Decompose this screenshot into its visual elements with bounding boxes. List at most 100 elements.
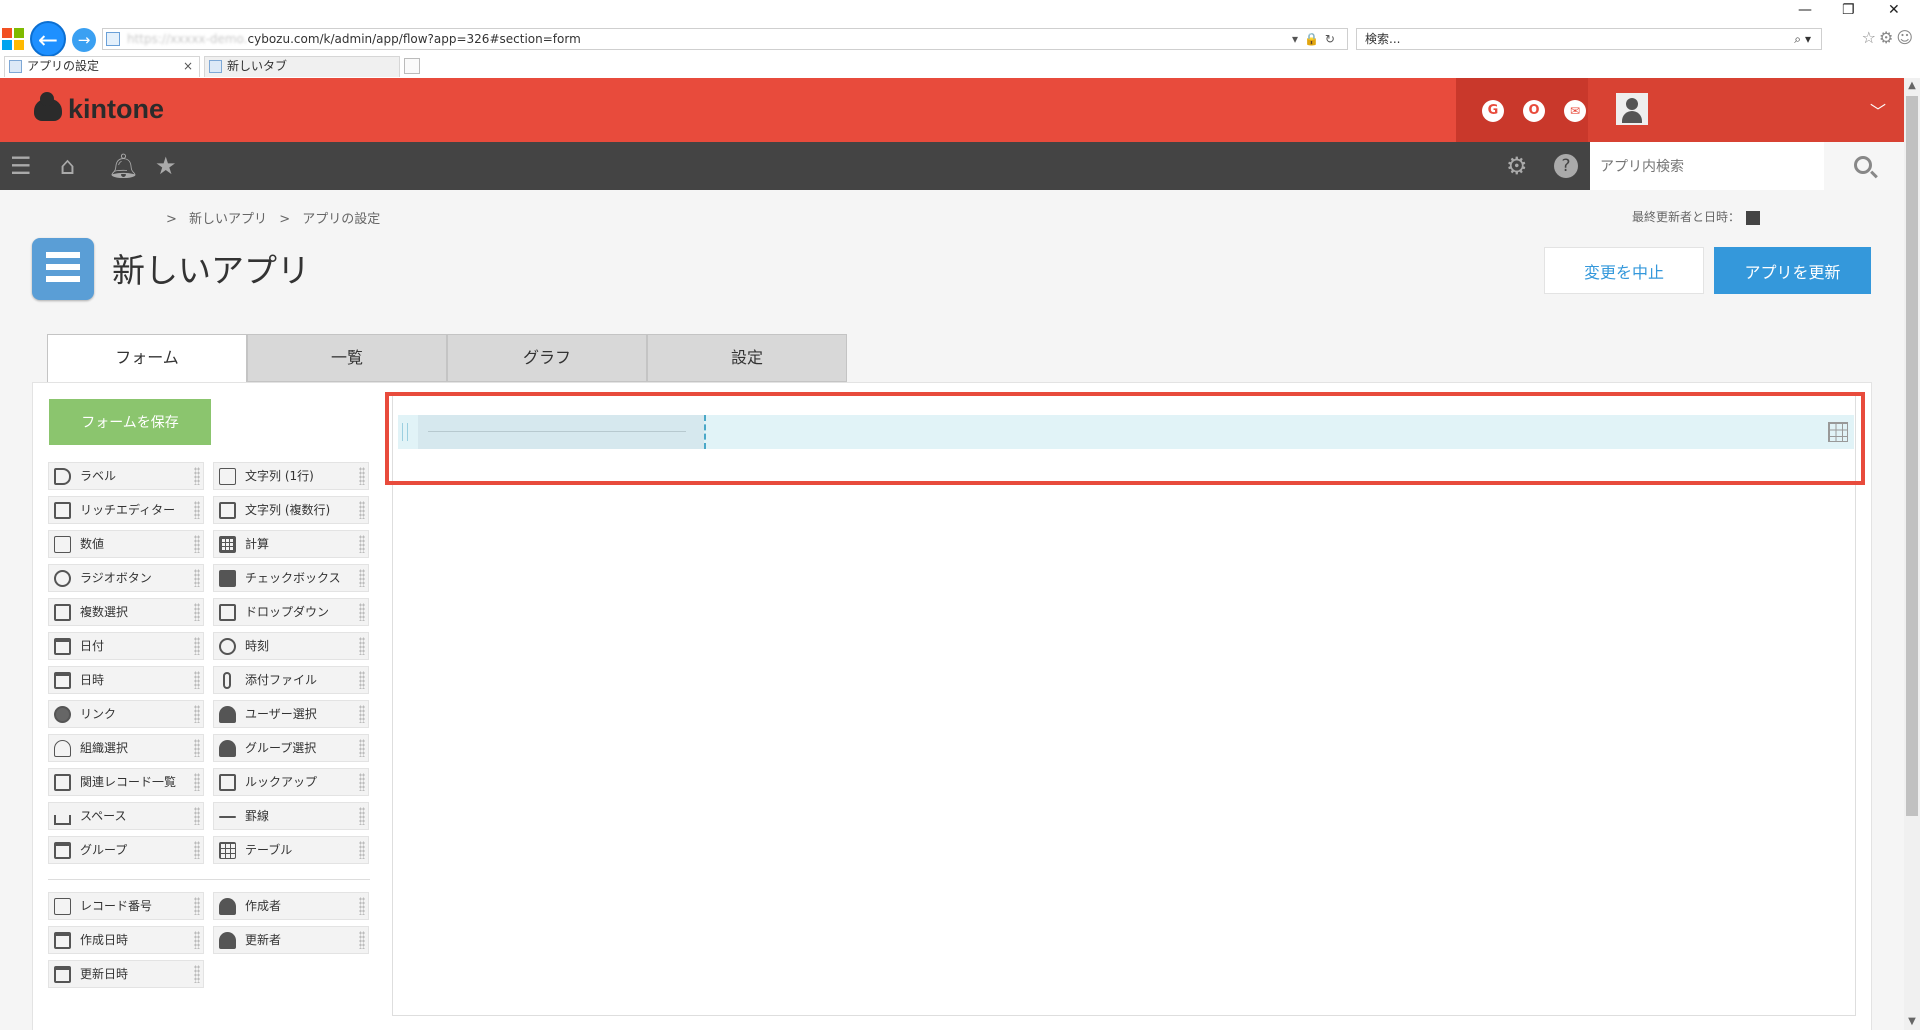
- drag-handle-icon[interactable]: [359, 603, 365, 621]
- breadcrumb-app[interactable]: 新しいアプリ: [189, 212, 267, 227]
- palette-time[interactable]: 時刻: [213, 632, 369, 660]
- palette-group-select[interactable]: グループ選択: [213, 734, 369, 762]
- close-window-button[interactable]: ✕: [1888, 2, 1900, 18]
- drag-handle-icon[interactable]: [194, 603, 200, 621]
- scroll-down-icon[interactable]: ▼: [1904, 1014, 1920, 1030]
- palette-number[interactable]: 数値: [48, 530, 204, 558]
- palette-record-number[interactable]: レコード番号: [48, 892, 204, 920]
- garoon-icon[interactable]: G: [1482, 100, 1504, 122]
- user-menu[interactable]: ﹀: [1588, 78, 1904, 142]
- update-app-button[interactable]: アプリを更新: [1714, 247, 1871, 294]
- kintone-logo[interactable]: kintone: [34, 91, 164, 125]
- back-button[interactable]: ←: [30, 21, 66, 57]
- app-search-input[interactable]: [1590, 142, 1824, 190]
- app-search-button[interactable]: [1824, 142, 1904, 190]
- browser-search-input[interactable]: 検索... ⌕▾: [1356, 28, 1822, 50]
- drag-handle-icon[interactable]: [359, 807, 365, 825]
- drag-handle-icon[interactable]: [359, 535, 365, 553]
- user-icon[interactable]: [1746, 210, 1761, 225]
- tab-graph[interactable]: グラフ: [447, 334, 647, 382]
- palette-dropdown[interactable]: ドロップダウン: [213, 598, 369, 626]
- star-icon[interactable]: ★: [155, 153, 177, 179]
- chevron-down-icon[interactable]: ﹀: [1870, 98, 1886, 122]
- palette-multi-select[interactable]: 複数選択: [48, 598, 204, 626]
- palette-radio[interactable]: ラジオボタン: [48, 564, 204, 592]
- drag-handle-icon[interactable]: [194, 535, 200, 553]
- restore-button[interactable]: ❐: [1842, 2, 1855, 18]
- drag-handle-icon[interactable]: [194, 807, 200, 825]
- page-scrollbar[interactable]: ▲ ▼: [1904, 78, 1920, 1030]
- drag-handle-icon[interactable]: [359, 671, 365, 689]
- close-tab-icon[interactable]: ×: [183, 57, 193, 76]
- palette-text-multi[interactable]: 文字列 (複数行): [213, 496, 369, 524]
- gear-icon[interactable]: ⚙: [1506, 153, 1528, 179]
- palette-text-single[interactable]: 文字列 (1行): [213, 462, 369, 490]
- scroll-up-icon[interactable]: ▲: [1904, 78, 1920, 94]
- browser-search-icon[interactable]: ⌕▾: [1794, 29, 1815, 49]
- palette-border[interactable]: 罫線: [213, 802, 369, 830]
- palette-date[interactable]: 日付: [48, 632, 204, 660]
- tab-list[interactable]: 一覧: [247, 334, 447, 382]
- drag-handle-icon[interactable]: [194, 931, 200, 949]
- drag-handle-icon[interactable]: [359, 467, 365, 485]
- drag-handle-icon[interactable]: [359, 501, 365, 519]
- palette-link[interactable]: リンク: [48, 700, 204, 728]
- palette-datetime[interactable]: 日時: [48, 666, 204, 694]
- drag-handle-icon[interactable]: [359, 773, 365, 791]
- drag-handle-icon[interactable]: [194, 773, 200, 791]
- drag-handle-icon[interactable]: [194, 671, 200, 689]
- palette-org-select[interactable]: 組織選択: [48, 734, 204, 762]
- drag-handle-icon[interactable]: [359, 637, 365, 655]
- drag-handle-icon[interactable]: [194, 637, 200, 655]
- drag-handle-icon[interactable]: [194, 501, 200, 519]
- palette-calc[interactable]: 計算: [213, 530, 369, 558]
- tab-settings[interactable]: 設定: [647, 334, 847, 382]
- drag-handle-icon[interactable]: [359, 841, 365, 859]
- palette-attachment[interactable]: 添付ファイル: [213, 666, 369, 694]
- new-tab-icon[interactable]: [404, 58, 420, 74]
- palette-lookup[interactable]: ルックアップ: [213, 768, 369, 796]
- drag-handle-icon[interactable]: [359, 705, 365, 723]
- palette-updated-datetime[interactable]: 更新日時: [48, 960, 204, 988]
- forward-button[interactable]: →: [72, 28, 96, 52]
- drag-handle-icon[interactable]: [194, 739, 200, 757]
- palette-user-select[interactable]: ユーザー選択: [213, 700, 369, 728]
- palette-label[interactable]: ラベル: [48, 462, 204, 490]
- drag-handle-icon[interactable]: [194, 897, 200, 915]
- bell-icon[interactable]: 🔔︎: [108, 153, 138, 179]
- drag-handle-icon[interactable]: [194, 965, 200, 983]
- minimize-button[interactable]: —: [1798, 2, 1812, 18]
- palette-group[interactable]: グループ: [48, 836, 204, 864]
- palette-creator[interactable]: 作成者: [213, 892, 369, 920]
- mail-icon[interactable]: ✉: [1564, 100, 1586, 122]
- tab-form[interactable]: フォーム: [47, 334, 247, 383]
- drag-handle-icon[interactable]: [359, 931, 365, 949]
- palette-created-datetime[interactable]: 作成日時: [48, 926, 204, 954]
- palette-space[interactable]: スペース: [48, 802, 204, 830]
- palette-checkbox[interactable]: チェックボックス: [213, 564, 369, 592]
- drag-handle-icon[interactable]: [194, 467, 200, 485]
- palette-updater[interactable]: 更新者: [213, 926, 369, 954]
- drag-handle-icon[interactable]: [359, 739, 365, 757]
- palette-related-records[interactable]: 関連レコード一覧: [48, 768, 204, 796]
- office-icon[interactable]: O: [1523, 100, 1545, 122]
- drag-handle-icon[interactable]: [194, 841, 200, 859]
- palette-rich-editor[interactable]: リッチエディター: [48, 496, 204, 524]
- menu-icon[interactable]: ☰: [10, 153, 32, 179]
- favorites-settings-icons[interactable]: ☆⚙☺: [1862, 28, 1916, 47]
- palette-table[interactable]: テーブル: [213, 836, 369, 864]
- drag-handle-icon[interactable]: [359, 569, 365, 587]
- browser-tab-new[interactable]: 新しいタブ: [204, 56, 400, 77]
- cancel-changes-button[interactable]: 変更を中止: [1544, 247, 1704, 294]
- form-canvas[interactable]: [392, 394, 1856, 1016]
- save-form-button[interactable]: フォームを保存: [49, 399, 211, 445]
- address-tools-icon[interactable]: ▾🔒↻: [1292, 29, 1341, 49]
- scroll-thumb[interactable]: [1906, 96, 1918, 816]
- drag-handle-icon[interactable]: [359, 897, 365, 915]
- home-icon[interactable]: ⌂: [60, 153, 75, 179]
- browser-tab-app-settings[interactable]: アプリの設定 ×: [4, 56, 200, 77]
- drag-handle-icon[interactable]: [194, 705, 200, 723]
- drag-handle-icon[interactable]: [194, 569, 200, 587]
- address-bar[interactable]: https://xxxxx-demo.cybozu.com/k/admin/ap…: [102, 28, 1348, 50]
- help-icon[interactable]: ?: [1554, 154, 1578, 178]
